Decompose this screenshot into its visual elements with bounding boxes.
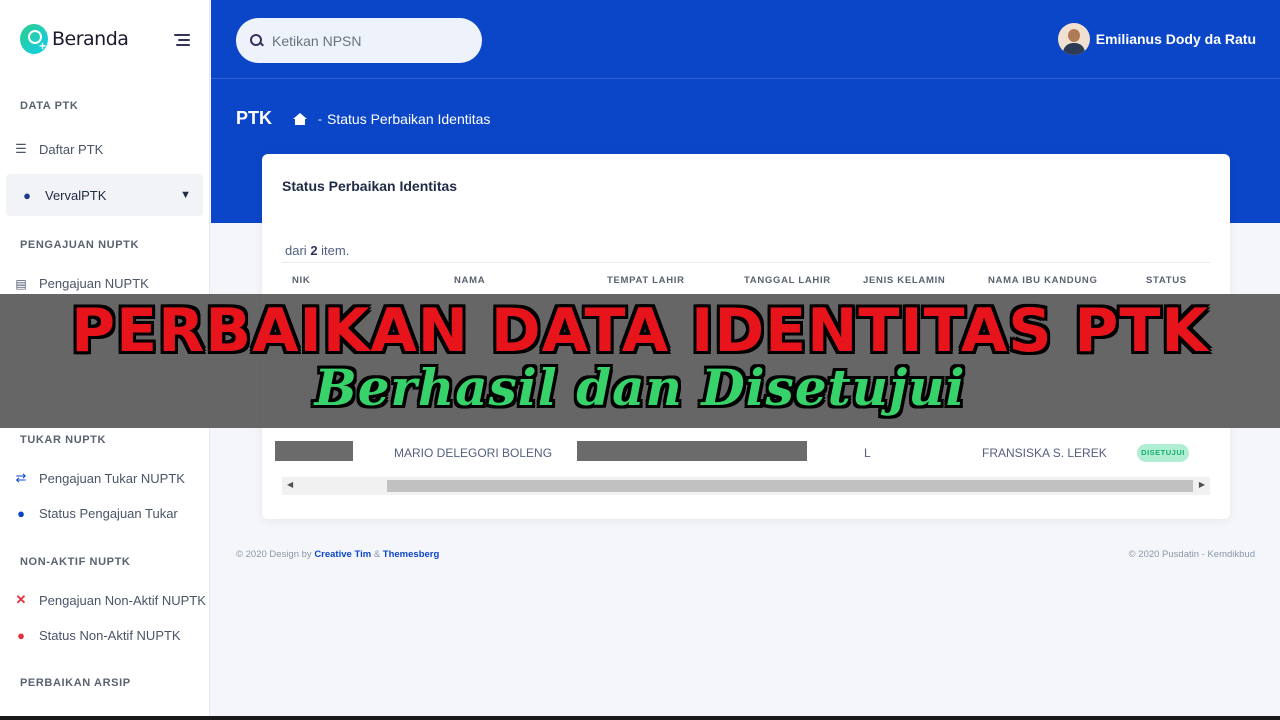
sidebar-item-status-tukar[interactable]: ● Status Pengajuan Tukar <box>12 506 178 521</box>
banner-title: PERBAIKAN DATA IDENTITAS PTK <box>71 296 1209 366</box>
summary-suffix: item. <box>321 243 350 258</box>
horizontal-scrollbar[interactable]: ◀ ▶ <box>282 477 1210 495</box>
column-header-jenis-kelamin[interactable]: JENIS KELAMIN <box>863 275 945 286</box>
column-header-tanggal-lahir[interactable]: TANGGAL LAHIR <box>744 275 831 286</box>
breadcrumb-separator: - <box>318 112 322 126</box>
section-label-tukar-nuptk: TUKAR NUPTK <box>20 434 107 446</box>
search-box[interactable] <box>236 18 482 63</box>
card-title: Status Perbaikan Identitas <box>282 178 458 194</box>
column-header-nama-ibu[interactable]: NAMA IBU KANDUNG <box>988 275 1098 286</box>
cell-nama: MARIO DELEGORI BOLENG <box>394 446 553 460</box>
column-header-nik[interactable]: NIK <box>292 275 310 286</box>
sidebar-item-verval-ptk[interactable]: ● VervalPTK ▼ <box>6 174 203 216</box>
sidebar-item-daftar-ptk[interactable]: ☰ Daftar PTK <box>12 141 103 157</box>
cell-nama-ibu: FRANSISKA S. LEREK <box>982 446 1107 460</box>
page-title: PTK <box>236 108 272 128</box>
sidebar-item-label: VervalPTK <box>45 187 107 203</box>
summary-prefix: dari <box>285 243 307 258</box>
close-icon: ✕ <box>15 592 27 607</box>
overlay-banner: PERBAIKAN DATA IDENTITAS PTK Berhasil da… <box>0 294 1280 428</box>
menu-toggle-icon[interactable] <box>174 34 190 46</box>
footer-copyright: © 2020 Pusdatin - Kemdikbud <box>1128 549 1255 560</box>
brand-link[interactable]: Beranda <box>20 24 129 54</box>
table-summary: dari 2 item. <box>285 243 349 258</box>
sidebar-item-pengajuan-tukar[interactable]: ⇄ Pengajuan Tukar NUPTK <box>12 470 185 486</box>
footer-amp: & <box>373 549 381 560</box>
avatar <box>1057 23 1090 55</box>
brand-title: Beranda <box>52 28 129 50</box>
breadcrumb-current: Status Perbaikan Identitas <box>327 111 491 127</box>
sidebar-item-label: Pengajuan Non-Aktif NUPTK <box>39 592 206 608</box>
cell-jenis-kelamin: L <box>864 446 871 460</box>
section-label-perbaikan-arsip: PERBAIKAN ARSIP <box>20 677 131 689</box>
search-icon <box>250 34 263 47</box>
id-card-icon: ▤ <box>15 276 27 291</box>
search-input[interactable] <box>272 32 462 49</box>
sidebar-item-label: Pengajuan NUPTK <box>39 276 149 291</box>
sidebar-item-status-nonaktif[interactable]: ● Status Non-Aktif NUPTK <box>12 628 181 643</box>
footer-link-creative-tim[interactable]: Creative Tim <box>314 549 371 560</box>
table-header-divider <box>282 262 1210 263</box>
chevron-down-icon: ▼ <box>180 189 191 201</box>
sidebar-item-label: Daftar PTK <box>39 141 104 157</box>
alert-icon: ● <box>17 628 25 643</box>
sidebar-item-label: Status Pengajuan Tukar <box>39 506 178 521</box>
sidebar-item-label: Status Non-Aktif NUPTK <box>39 628 181 643</box>
banner-subtitle: Berhasil dan Disetujui <box>314 358 966 417</box>
info-icon: ● <box>17 506 25 521</box>
footer-prefix: © 2020 Design by <box>236 549 312 560</box>
summary-count: 2 <box>310 243 318 258</box>
column-header-nama[interactable]: NAMA <box>454 275 485 286</box>
home-icon[interactable] <box>293 113 307 125</box>
status-badge: DISETUJUI <box>1137 444 1189 462</box>
sidebar-item-pengajuan-nuptk[interactable]: ▤ Pengajuan NUPTK <box>12 276 149 291</box>
section-label-pengajuan-nuptk: PENGAJUAN NUPTK <box>20 239 140 251</box>
exchange-icon: ⇄ <box>15 470 27 485</box>
user-menu[interactable]: Emilianus Dody da Ratu <box>1057 23 1256 55</box>
user-name: Emilianus Dody da Ratu <box>1095 31 1256 47</box>
sidebar-item-pengajuan-nonaktif[interactable]: ✕ Pengajuan Non-Aktif NUPTK <box>12 592 206 608</box>
redacted-birth-info <box>577 441 807 461</box>
column-header-tempat-lahir[interactable]: TEMPAT LAHIR <box>607 275 685 286</box>
sidebar-item-label: Pengajuan Tukar NUPTK <box>39 470 185 486</box>
taskbar-edge <box>0 716 1280 720</box>
section-label-data-ptk: DATA PTK <box>20 100 79 112</box>
footer-link-themesberg[interactable]: Themesberg <box>383 549 440 560</box>
breadcrumb: - Status Perbaikan Identitas <box>293 111 490 127</box>
scroll-left-icon[interactable]: ◀ <box>287 480 293 489</box>
redacted-nik <box>275 441 353 461</box>
header-divider <box>211 78 1280 79</box>
scroll-right-icon[interactable]: ▶ <box>1199 480 1205 489</box>
footer-credits: © 2020 Design by Creative Tim & Themesbe… <box>236 549 439 560</box>
column-header-status[interactable]: STATUS <box>1146 275 1187 286</box>
list-icon: ☰ <box>15 141 27 156</box>
section-label-nonaktif-nuptk: NON-AKTIF NUPTK <box>20 556 131 568</box>
add-user-logo-icon <box>20 24 48 54</box>
scrollbar-thumb[interactable] <box>387 480 1193 492</box>
user-circle-icon: ● <box>23 187 31 203</box>
